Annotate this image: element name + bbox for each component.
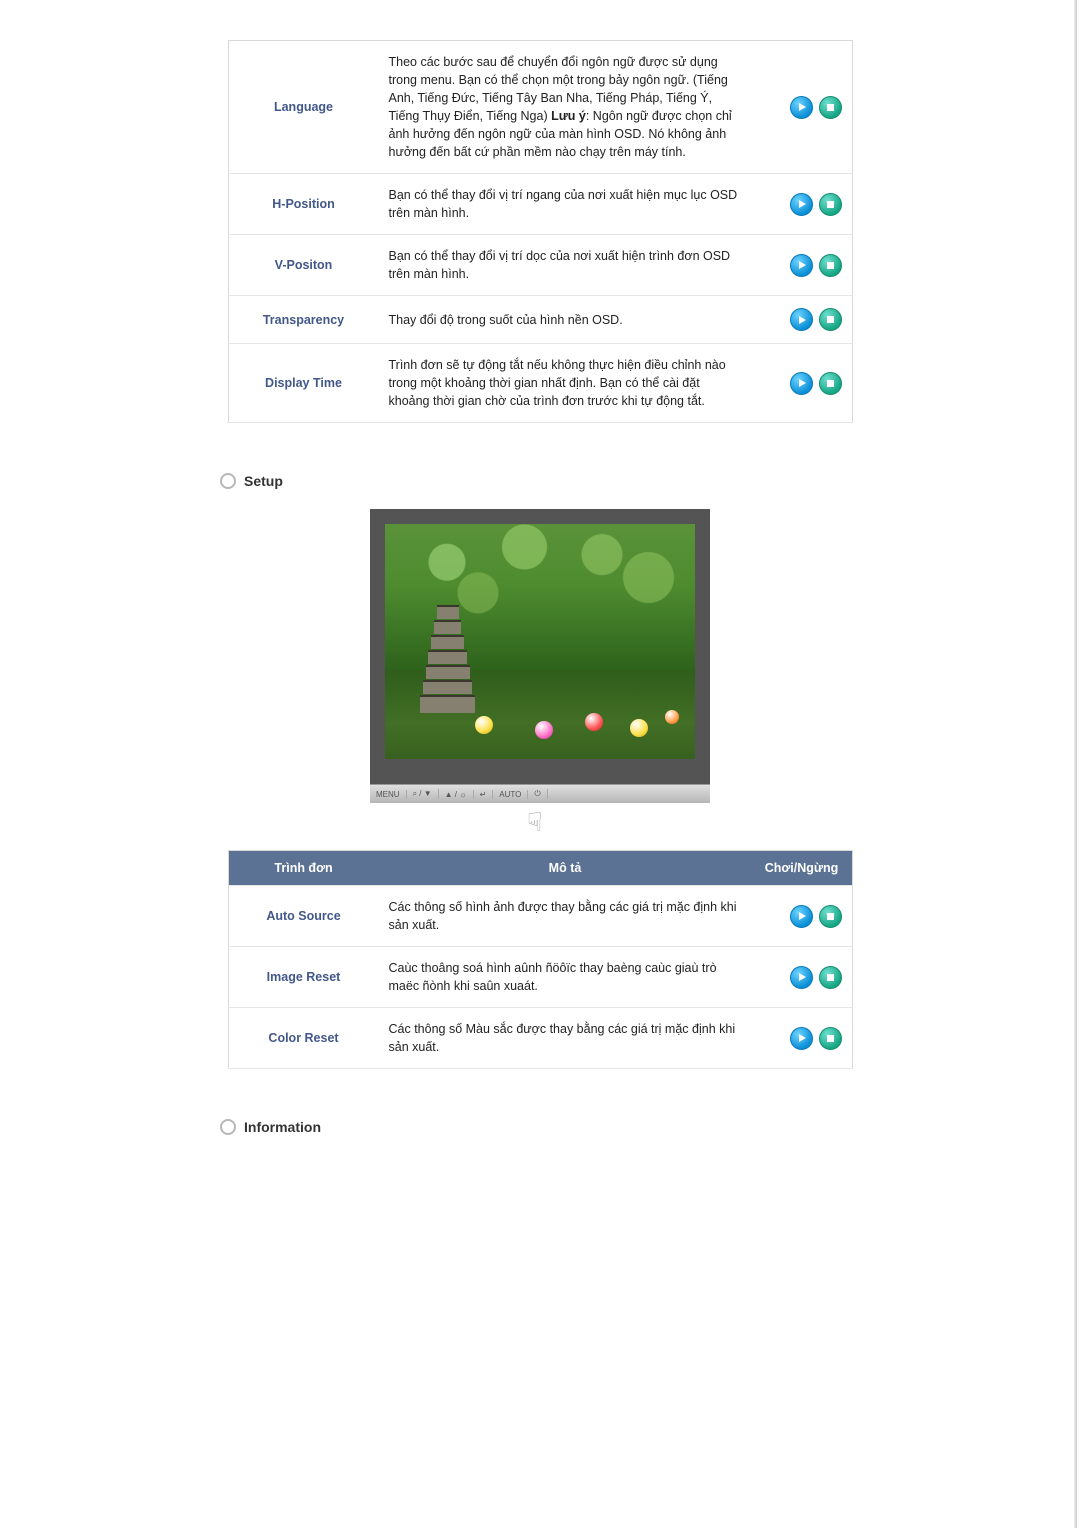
table-row: H-Position Bạn có thể thay đổi vị trí ng… xyxy=(228,174,852,235)
setting-description: Thay đổi độ trong suốt của hình nền OSD. xyxy=(379,296,752,344)
setup-settings-table: Trình đơn Mô tả Chơi/Ngừng Auto Source C… xyxy=(228,850,853,1069)
setting-label: H-Position xyxy=(228,174,379,235)
play-icon[interactable] xyxy=(790,193,813,216)
col-header-menu: Trình đơn xyxy=(228,851,379,886)
stop-icon[interactable] xyxy=(819,193,842,216)
menu-button-label: ⌕ / ▼ xyxy=(407,789,439,799)
play-icon[interactable] xyxy=(790,905,813,928)
setting-label: Image Reset xyxy=(228,947,379,1008)
table-row: Transparency Thay đổi độ trong suốt của … xyxy=(228,296,852,344)
lantern xyxy=(630,719,648,737)
col-header-play: Chơi/Ngừng xyxy=(752,851,853,886)
setting-label: Language xyxy=(228,41,379,174)
play-icon[interactable] xyxy=(790,308,813,331)
setting-description: Caùc thoâng soá hình aûnh ñöôïc thay baè… xyxy=(379,947,752,1008)
table-row: Color Reset Các thông số Màu sắc được th… xyxy=(228,1008,852,1069)
setting-label: Auto Source xyxy=(228,886,379,947)
lantern xyxy=(475,716,493,734)
setting-description: Các thông số hình ảnh được thay bằng các… xyxy=(379,886,752,947)
play-icon[interactable] xyxy=(790,966,813,989)
stop-icon[interactable] xyxy=(819,1027,842,1050)
pagoda-graphic xyxy=(420,586,475,714)
col-header-desc: Mô tả xyxy=(379,851,752,886)
table-row: V-Positon Bạn có thể thay đổi vị trí dọc… xyxy=(228,235,852,296)
osd-settings-table: Language Theo các bước sau để chuyển đổi… xyxy=(228,40,853,423)
setting-description: Bạn có thể thay đổi vị trí ngang của nơi… xyxy=(379,174,752,235)
table-row: Auto Source Các thông số hình ảnh được t… xyxy=(228,886,852,947)
setting-description: Các thông số Màu sắc được thay bằng các … xyxy=(379,1008,752,1069)
section-title: Setup xyxy=(244,473,283,489)
monitor-button-bar: MENU ⌕ / ▼ ▲ / ☼ ↵ AUTO ⏻ xyxy=(370,784,710,803)
monitor-screen xyxy=(385,524,695,759)
table-row: Display Time Trình đơn sẽ tự động tắt nế… xyxy=(228,344,852,423)
stop-icon[interactable] xyxy=(819,96,842,119)
menu-button-label: ⏻ xyxy=(528,789,547,799)
menu-button-label: MENU xyxy=(370,790,407,799)
hand-pointer-icon xyxy=(527,809,553,835)
play-icon[interactable] xyxy=(790,372,813,395)
menu-button-label: ▲ / ☼ xyxy=(439,790,474,799)
setting-description: Trình đơn sẽ tự động tắt nếu không thực … xyxy=(379,344,752,423)
section-title: Information xyxy=(244,1119,321,1135)
setting-label: Display Time xyxy=(228,344,379,423)
play-icon[interactable] xyxy=(790,254,813,277)
bullet-icon xyxy=(220,1119,236,1135)
setting-label: Transparency xyxy=(228,296,379,344)
section-header-information: Information xyxy=(220,1119,1010,1135)
stop-icon[interactable] xyxy=(819,308,842,331)
table-header-row: Trình đơn Mô tả Chơi/Ngừng xyxy=(228,851,852,886)
table-row: Image Reset Caùc thoâng soá hình aûnh ñö… xyxy=(228,947,852,1008)
play-icon[interactable] xyxy=(790,96,813,119)
section-header-setup: Setup xyxy=(220,473,1010,489)
setting-label: Color Reset xyxy=(228,1008,379,1069)
lantern xyxy=(585,713,603,731)
setting-description: Theo các bước sau để chuyển đổi ngôn ngữ… xyxy=(379,41,752,174)
monitor-frame xyxy=(370,509,710,784)
menu-button-label: AUTO xyxy=(493,790,528,799)
scrollbar-edge xyxy=(1074,0,1077,1528)
table-row: Language Theo các bước sau để chuyển đổi… xyxy=(228,41,852,174)
bullet-icon xyxy=(220,473,236,489)
monitor-preview: MENU ⌕ / ▼ ▲ / ☼ ↵ AUTO ⏻ xyxy=(370,509,710,835)
stop-icon[interactable] xyxy=(819,372,842,395)
lantern xyxy=(535,721,553,739)
menu-button-label: ↵ xyxy=(474,790,494,799)
play-icon[interactable] xyxy=(790,1027,813,1050)
stop-icon[interactable] xyxy=(819,905,842,928)
setting-label: V-Positon xyxy=(228,235,379,296)
stop-icon[interactable] xyxy=(819,966,842,989)
lantern xyxy=(665,710,679,724)
stop-icon[interactable] xyxy=(819,254,842,277)
setting-description: Bạn có thể thay đổi vị trí dọc của nơi x… xyxy=(379,235,752,296)
